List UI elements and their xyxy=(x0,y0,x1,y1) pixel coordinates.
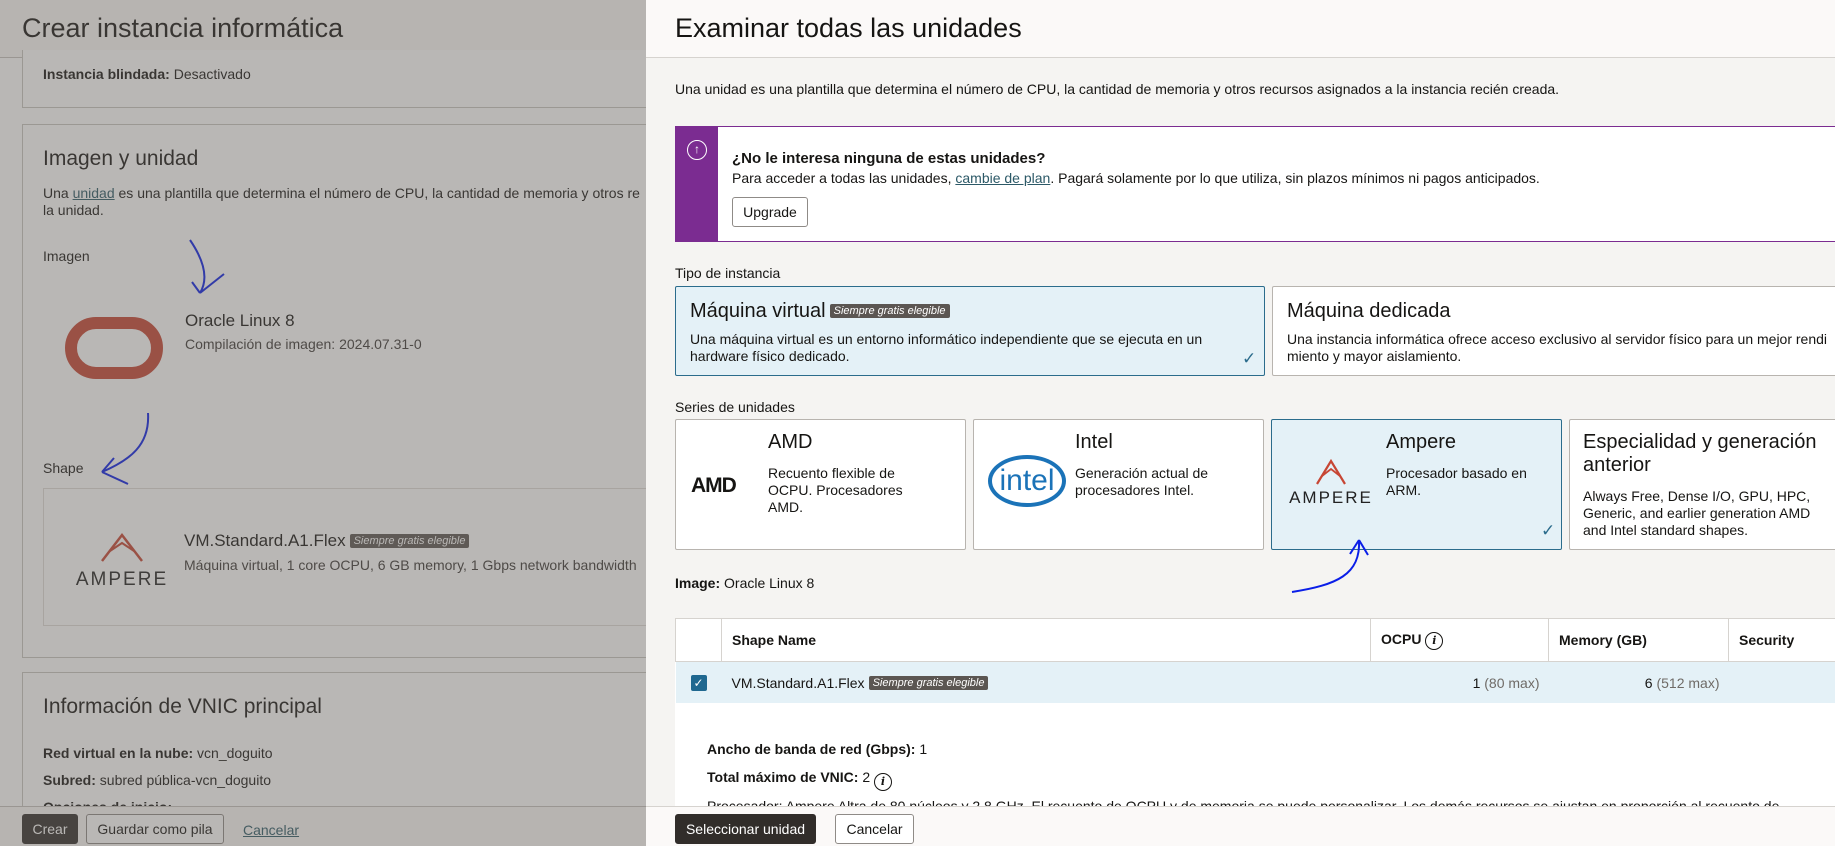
series-card-specialty[interactable]: Especialidad y generación anterior Always… xyxy=(1569,419,1835,550)
table-row[interactable]: ✓ VM.Standard.A1.Flex Siempre gratis eleg… xyxy=(675,661,1835,704)
shielded-instance-row: Instancia blindada: Desactivado xyxy=(43,66,251,82)
create-instance-page: Crear instancia informática Instancia bl… xyxy=(0,0,646,846)
upgrade-notice: ↑ ¿No le interesa ninguna de estas unida… xyxy=(675,126,1835,242)
image-shape-card: Imagen y unidad Una unidad es una planti… xyxy=(22,124,646,658)
col-memory[interactable]: Memory (GB) xyxy=(1548,618,1729,662)
ampere-logo: AMPERE xyxy=(70,531,174,591)
info-icon[interactable]: i xyxy=(874,773,893,791)
save-stack-button[interactable]: Guardar como pila xyxy=(86,814,224,844)
image-build: Compilación de imagen: 2024.07.31-0 xyxy=(185,336,422,352)
image-shape-heading: Imagen y unidad xyxy=(43,147,199,170)
drawer-footer: Seleccionar unidad Cancelar xyxy=(646,806,1835,846)
upgrade-button[interactable]: Upgrade xyxy=(732,197,808,227)
selected-shape-box: AMPERE VM.Standard.A1.Flex Siempre gratis… xyxy=(43,488,646,626)
drawer-cancel-button[interactable]: Cancelar xyxy=(835,814,914,844)
ampere-logo: AMPERE xyxy=(1284,458,1378,508)
image-shape-description: Una unidad es una plantilla que determin… xyxy=(43,185,640,218)
oracle-logo xyxy=(65,317,163,379)
instance-type-label: Tipo de instancia xyxy=(675,265,781,281)
intel-logo: intel xyxy=(988,455,1066,507)
left-footer: Crear Guardar como pila Cancelar xyxy=(0,806,646,846)
always-free-badge: Siempre gratis elegible xyxy=(868,675,989,690)
shape-series-label: Series de unidades xyxy=(675,399,795,415)
upgrade-arrow-icon: ↑ xyxy=(687,140,707,160)
drawer-title: Examinar todas las unidades xyxy=(675,13,1022,43)
selected-image-line: Image: Oracle Linux 8 xyxy=(675,575,815,591)
selected-check-icon: ✓ xyxy=(1242,349,1257,368)
selected-check-icon: ✓ xyxy=(1541,521,1556,540)
max-vnic-row: Total máximo de VNIC: 2 i xyxy=(707,769,893,791)
series-card-ampere[interactable]: AMPERE Ampere Procesador basado en ARM. ✓ xyxy=(1271,419,1562,550)
row-security xyxy=(1728,661,1835,704)
drawer-intro: Una unidad es una plantilla que determin… xyxy=(675,81,1560,97)
subnet-row: Subred: subred pública-vcn_doguito xyxy=(43,772,272,788)
image-name: Oracle Linux 8 xyxy=(185,311,295,330)
create-button[interactable]: Crear xyxy=(22,814,78,844)
drawer-header: Examinar todas las unidades xyxy=(646,0,1835,58)
row-checkbox[interactable]: ✓ xyxy=(690,675,707,691)
row-shape-name: VM.Standard.A1.Flex xyxy=(731,674,865,691)
unit-link[interactable]: unidad xyxy=(73,185,115,201)
security-card: Instancia blindada: Desactivado xyxy=(22,50,646,108)
amd-logo: AMD xyxy=(691,474,737,497)
info-icon[interactable]: i xyxy=(1425,631,1444,650)
notice-text: Para acceder a todas las unidades, cambi… xyxy=(732,170,1540,186)
instance-type-dedicated[interactable]: Máquina dedicada Una instancia informáti… xyxy=(1272,286,1835,376)
change-plan-link[interactable]: cambie de plan xyxy=(955,170,1050,186)
browse-shapes-drawer: Examinar todas las unidades Una unidad e… xyxy=(646,0,1835,846)
shape-name: VM.Standard.A1.Flex Siempre gratis elegib… xyxy=(184,531,470,551)
select-shape-button[interactable]: Seleccionar unidad xyxy=(675,814,816,844)
always-free-badge: Siempre gratis elegible xyxy=(349,534,470,548)
vcn-row: Red virtual en la nube: vcn_doguito xyxy=(43,745,273,761)
col-security[interactable]: Security xyxy=(1728,618,1835,662)
vnic-heading: Información de VNIC principal xyxy=(43,695,322,718)
row-memory: 6 (512 max) xyxy=(1548,661,1729,704)
page-title: Crear instancia informática xyxy=(22,13,344,43)
col-shape-name[interactable]: Shape Name xyxy=(721,618,1371,662)
series-card-intel[interactable]: intel Intel Generación actual de procesad… xyxy=(973,419,1264,550)
instance-type-virtual-machine[interactable]: Máquina virtual Siempre gratis elegible U… xyxy=(675,286,1265,376)
shape-label: Shape xyxy=(43,460,84,476)
col-ocpu[interactable]: OCPU i xyxy=(1370,618,1549,662)
bandwidth-row: Ancho de banda de red (Gbps): 1 xyxy=(707,741,928,757)
always-free-badge: Siempre gratis elegible xyxy=(829,304,950,318)
image-label: Imagen xyxy=(43,248,90,264)
series-card-amd[interactable]: AMD AMD Recuento flexible de OCPU. Proces… xyxy=(675,419,966,550)
shape-description: Máquina virtual, 1 core OCPU, 6 GB memor… xyxy=(184,557,637,573)
cancel-link[interactable]: Cancelar xyxy=(243,822,299,838)
shapes-table: Shape Name OCPU i Memory (GB) Security ✓… xyxy=(675,618,1835,704)
notice-title: ¿No le interesa ninguna de estas unidade… xyxy=(732,150,1046,167)
row-ocpu: 1 (80 max) xyxy=(1370,661,1549,704)
shape-details: Ancho de banda de red (Gbps): 1 Total má… xyxy=(675,703,1835,814)
